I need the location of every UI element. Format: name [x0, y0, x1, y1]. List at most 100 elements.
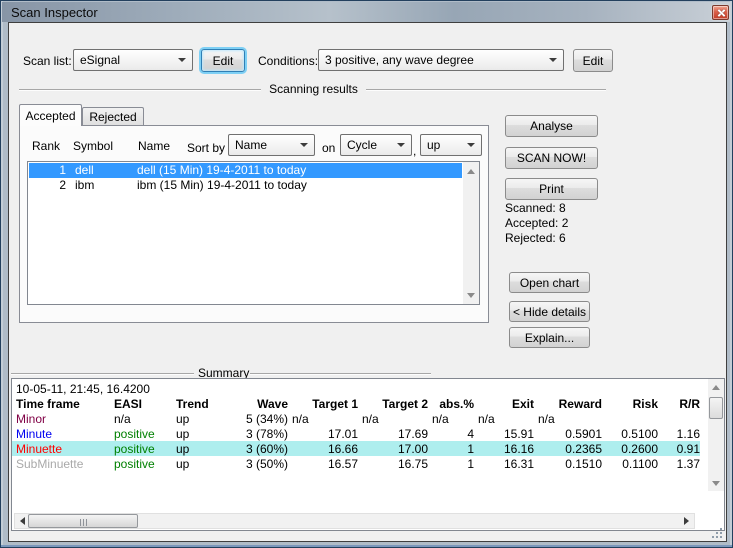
trend-cell: up	[176, 411, 190, 426]
resize-grip-icon[interactable]	[711, 528, 723, 539]
risk-cell: 0.1100	[622, 456, 658, 471]
summary-row-subminuette[interactable]: SubMinuette positive up 3 (50%) 16.57 16…	[12, 456, 700, 471]
trend-cell: up	[176, 426, 190, 441]
exit-cell: 16.31	[503, 456, 534, 471]
timeframe-cell: Minuette	[12, 441, 110, 456]
wave-cell: 5 (34%)	[245, 411, 288, 426]
explain-label: Explain...	[524, 330, 575, 345]
header-wave: Wave	[257, 396, 288, 411]
analyse-button[interactable]: Analyse	[505, 115, 598, 137]
target2-cell: n/a	[362, 411, 379, 426]
tab-rejected-label: Rejected	[89, 110, 137, 124]
sort-by-value: Name	[235, 138, 268, 152]
summary-horizontal-scrollbar[interactable]	[14, 513, 695, 529]
scan-now-label: SCAN NOW!	[516, 151, 587, 165]
row-rank: 1	[59, 163, 66, 177]
row-symbol: dell	[75, 163, 94, 177]
conditions-dropdown[interactable]: 3 positive, any wave degree	[318, 49, 564, 71]
hide-details-label: < Hide details	[512, 304, 587, 319]
exit-cell: n/a	[478, 411, 495, 426]
target2-cell: 16.75	[397, 456, 428, 471]
easi-cell: positive	[114, 426, 155, 441]
results-listbox[interactable]: 1 dell dell (15 Min) 19-4-2011 to today …	[27, 161, 480, 305]
scroll-up-icon[interactable]	[463, 164, 479, 178]
scrollbar-thumb[interactable]	[709, 397, 723, 419]
wave-cell: 3 (60%)	[227, 441, 288, 456]
scroll-right-icon[interactable]	[680, 514, 693, 528]
window-title: Scan Inspector	[11, 5, 98, 20]
edit-scan-list-label: Edit	[212, 53, 234, 68]
analyse-label: Analyse	[530, 119, 573, 133]
column-header-symbol: Symbol	[73, 139, 114, 153]
scroll-down-icon[interactable]	[463, 288, 479, 302]
hide-details-button[interactable]: < Hide details	[509, 301, 590, 322]
header-risk: Risk	[632, 396, 658, 411]
header-abs: abs.%	[439, 396, 474, 411]
summary-timestamp: 10-05-11, 21:45, 16.4200	[16, 382, 150, 396]
abs-cell: 1	[428, 441, 474, 456]
scan-now-button[interactable]: SCAN NOW!	[505, 147, 598, 169]
target2-cell: 17.00	[358, 441, 428, 456]
chevron-down-icon	[178, 58, 186, 62]
tab-rejected[interactable]: Rejected	[82, 107, 144, 126]
explain-button[interactable]: Explain...	[509, 327, 590, 348]
print-button[interactable]: Print	[505, 178, 598, 200]
reward-cell: 0.1510	[565, 456, 602, 471]
list-scrollbar[interactable]	[463, 162, 479, 304]
target1-cell: 16.66	[288, 441, 358, 456]
sort-by-dropdown[interactable]: Name	[228, 134, 315, 156]
scroll-down-icon[interactable]	[708, 477, 724, 489]
summary-row-minor[interactable]: Minor n/a up 5 (34%) n/a n/a n/a n/a n/a	[12, 411, 700, 426]
header-rr: R/R	[679, 396, 700, 411]
timeframe-cell: Minute	[16, 426, 53, 441]
summary-vertical-scrollbar[interactable]	[708, 379, 724, 491]
stat-scanned: Scanned: 8	[505, 201, 566, 215]
reward-cell: 0.2365	[534, 441, 602, 456]
scrollbar-thumb[interactable]	[28, 514, 138, 528]
header-target1: Target 1	[312, 396, 358, 411]
close-button[interactable]	[712, 5, 729, 20]
edit-conditions-label: Edit	[582, 53, 604, 68]
exit-cell: 16.16	[474, 441, 534, 456]
header-target2: Target 2	[382, 396, 428, 411]
chevron-down-icon	[300, 143, 308, 147]
tab-accepted[interactable]: Accepted	[19, 104, 82, 126]
edit-scan-list-button[interactable]: Edit	[201, 49, 245, 72]
titlebar[interactable]: Scan Inspector	[2, 2, 731, 22]
abs-cell: 1	[467, 456, 474, 471]
scan-list-label: Scan list:	[23, 54, 72, 68]
list-item-ibm[interactable]: 2 ibm ibm (15 Min) 19-4-2011 to today	[29, 178, 462, 193]
trend-cell: up	[176, 456, 190, 471]
column-header-rank: Rank	[32, 139, 61, 153]
header-trend: Trend	[176, 396, 209, 411]
sort-direction-value: up	[427, 138, 441, 152]
list-item-dell[interactable]: 1 dell dell (15 Min) 19-4-2011 to today	[29, 163, 462, 178]
stat-rejected: Rejected: 6	[505, 231, 566, 245]
abs-cell: n/a	[432, 411, 449, 426]
stat-accepted: Accepted: 2	[505, 216, 569, 230]
open-chart-button[interactable]: Open chart	[509, 272, 590, 293]
scan-statistics: Scanned: 8 Accepted: 2 Rejected: 6	[505, 201, 568, 246]
header-time-frame: Time frame	[16, 396, 80, 411]
target1-cell: 17.01	[327, 426, 358, 441]
scan-list-dropdown[interactable]: eSignal	[73, 49, 193, 71]
rr-cell: 0.91	[658, 441, 700, 456]
edit-conditions-button[interactable]: Edit	[573, 49, 613, 72]
abs-cell: 4	[467, 426, 474, 441]
open-chart-label: Open chart	[519, 275, 580, 290]
sort-on-dropdown[interactable]: Cycle	[340, 134, 412, 156]
sort-by-label: Sort by	[187, 141, 226, 155]
chevron-down-icon	[467, 143, 475, 147]
close-icon	[716, 8, 725, 17]
reward-cell: n/a	[538, 411, 555, 426]
summary-row-minute[interactable]: Minute positive up 3 (78%) 17.01 17.69 4…	[12, 426, 700, 441]
wave-cell: 3 (78%)	[245, 426, 288, 441]
easi-cell: positive	[110, 441, 172, 456]
chevron-down-icon	[549, 58, 557, 62]
scroll-up-icon[interactable]	[708, 381, 724, 393]
column-header-name: Name	[138, 139, 171, 153]
summary-row-minuette-highlighted[interactable]: Minuette positive up 3 (60%) 16.66 17.00…	[12, 441, 700, 456]
row-name: dell (15 Min) 19-4-2011 to today	[137, 163, 307, 177]
sort-direction-dropdown[interactable]: up	[420, 134, 482, 156]
rr-cell: 1.37	[676, 456, 700, 471]
